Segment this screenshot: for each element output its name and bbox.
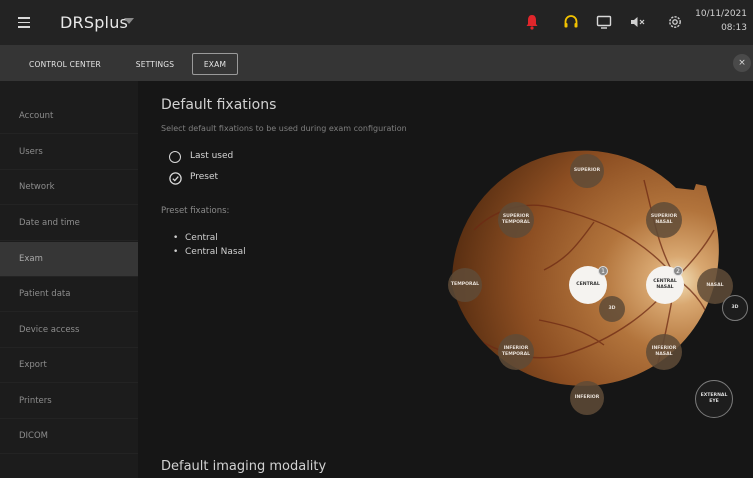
- sidebar-item-dicom[interactable]: DICOM: [0, 419, 138, 454]
- fixation-label-line: INFERIOR: [503, 346, 529, 351]
- fixation-label-line: EXTERNAL: [700, 393, 728, 398]
- fixation-label-line: NASAL: [655, 352, 673, 357]
- fixation-nasal-3d[interactable]: 3D: [722, 295, 748, 321]
- sidebar-item-device-access[interactable]: Device access: [0, 313, 138, 348]
- sidebar-item-account[interactable]: Account: [0, 99, 138, 134]
- time-text: 08:13: [721, 23, 747, 33]
- sidebar-item-network[interactable]: Network: [0, 170, 138, 205]
- radio-label-last-used[interactable]: Last used: [190, 151, 233, 161]
- sidebar-item-printers[interactable]: Printers: [0, 384, 138, 419]
- fixation-central-order-badge: 1: [598, 266, 608, 276]
- fixation-label: EXTERNAL EYE: [701, 393, 728, 405]
- radio-last-used[interactable]: [169, 151, 181, 163]
- fixation-inferior[interactable]: INFERIOR: [570, 381, 604, 415]
- mute-icon[interactable]: [628, 13, 646, 31]
- tab-settings[interactable]: SETTINGS: [128, 53, 182, 75]
- chevron-down-icon[interactable]: [124, 18, 134, 24]
- fixation-label-line: TEMPORAL: [501, 220, 531, 225]
- fixation-label-line: NASAL: [656, 285, 674, 290]
- close-button[interactable]: ×: [733, 54, 751, 72]
- radio-preset-checked-icon[interactable]: [169, 172, 182, 185]
- fixation-label-line: INFERIOR: [651, 346, 677, 351]
- settings-gear-icon[interactable]: [666, 13, 684, 31]
- fixation-label: INFERIOR NASAL: [652, 346, 677, 358]
- hamburger-menu-icon[interactable]: [18, 17, 30, 28]
- fixation-label: CENTRAL: [576, 282, 600, 287]
- preset-fixations-heading: Preset fixations:: [161, 206, 230, 216]
- fixation-label-line: SUPERIOR: [502, 214, 530, 219]
- fixation-label: TEMPORAL: [450, 282, 480, 287]
- sidebar-item-exam[interactable]: Exam: [0, 242, 138, 277]
- tab-bar: CONTROL CENTER SETTINGS EXAM ×: [0, 45, 753, 81]
- monitor-icon[interactable]: [595, 13, 613, 31]
- fixation-temporal[interactable]: TEMPORAL: [448, 268, 482, 302]
- fixation-central-nasal-order-badge: 2: [673, 266, 683, 276]
- list-item: Central Nasal: [173, 247, 246, 257]
- fixation-central-3d[interactable]: 3D: [599, 296, 625, 322]
- fixation-label-line: NASAL: [655, 220, 673, 225]
- fixation-label-line: TEMPORAL: [501, 352, 531, 357]
- list-item-text: Central: [185, 233, 218, 243]
- sidebar-item-date-and-time[interactable]: Date and time: [0, 206, 138, 241]
- sidebar: Account Users Network Date and time Exam…: [0, 81, 138, 478]
- fixation-label: SUPERIOR TEMPORAL: [502, 214, 530, 226]
- date-text: 10/11/2021: [695, 9, 747, 19]
- tab-exam[interactable]: EXAM: [192, 53, 238, 75]
- fixation-label-line: SUPERIOR: [650, 214, 678, 219]
- fixation-external-eye[interactable]: EXTERNAL EYE: [695, 380, 733, 418]
- section-title-imaging-modality: Default imaging modality: [161, 459, 327, 474]
- fixation-label-line: CENTRAL: [653, 279, 677, 284]
- sidebar-item-users[interactable]: Users: [0, 135, 138, 170]
- app-title: DRSplus: [60, 13, 129, 32]
- fixation-superior-temporal[interactable]: SUPERIOR TEMPORAL: [498, 202, 534, 238]
- sidebar-item-export[interactable]: Export: [0, 348, 138, 383]
- radio-label-preset[interactable]: Preset: [190, 172, 218, 182]
- fixation-label-line: EYE: [709, 399, 719, 404]
- fixation-inferior-nasal[interactable]: INFERIOR NASAL: [646, 334, 682, 370]
- headset-icon[interactable]: [562, 13, 580, 31]
- fixation-label: SUPERIOR NASAL: [651, 214, 677, 226]
- top-bar: DRSplus 10/11/2021 08:13: [0, 0, 753, 45]
- sidebar-item-patient-data[interactable]: Patient data: [0, 277, 138, 312]
- list-item-text: Central Nasal: [185, 247, 246, 257]
- fixation-label: NASAL: [706, 283, 724, 288]
- fixation-label: INFERIOR: [574, 395, 600, 400]
- list-item: Central: [173, 233, 218, 243]
- fixation-label: CENTRAL NASAL: [653, 279, 677, 291]
- clock: 10/11/2021 08:13: [695, 7, 747, 35]
- alarm-bell-icon[interactable]: [523, 13, 541, 31]
- fixation-superior[interactable]: SUPERIOR: [570, 154, 604, 188]
- fixation-label: INFERIOR TEMPORAL: [502, 346, 530, 358]
- fixation-label: SUPERIOR: [573, 168, 601, 173]
- fixation-label: 3D: [608, 306, 616, 311]
- fixation-label: 3D: [731, 305, 739, 310]
- page-subtitle: Select default fixations to be used duri…: [161, 124, 407, 133]
- page-title: Default fixations: [161, 97, 277, 113]
- tab-control-center[interactable]: CONTROL CENTER: [8, 53, 122, 75]
- fixation-inferior-temporal[interactable]: INFERIOR TEMPORAL: [498, 334, 534, 370]
- fixation-superior-nasal[interactable]: SUPERIOR NASAL: [646, 202, 682, 238]
